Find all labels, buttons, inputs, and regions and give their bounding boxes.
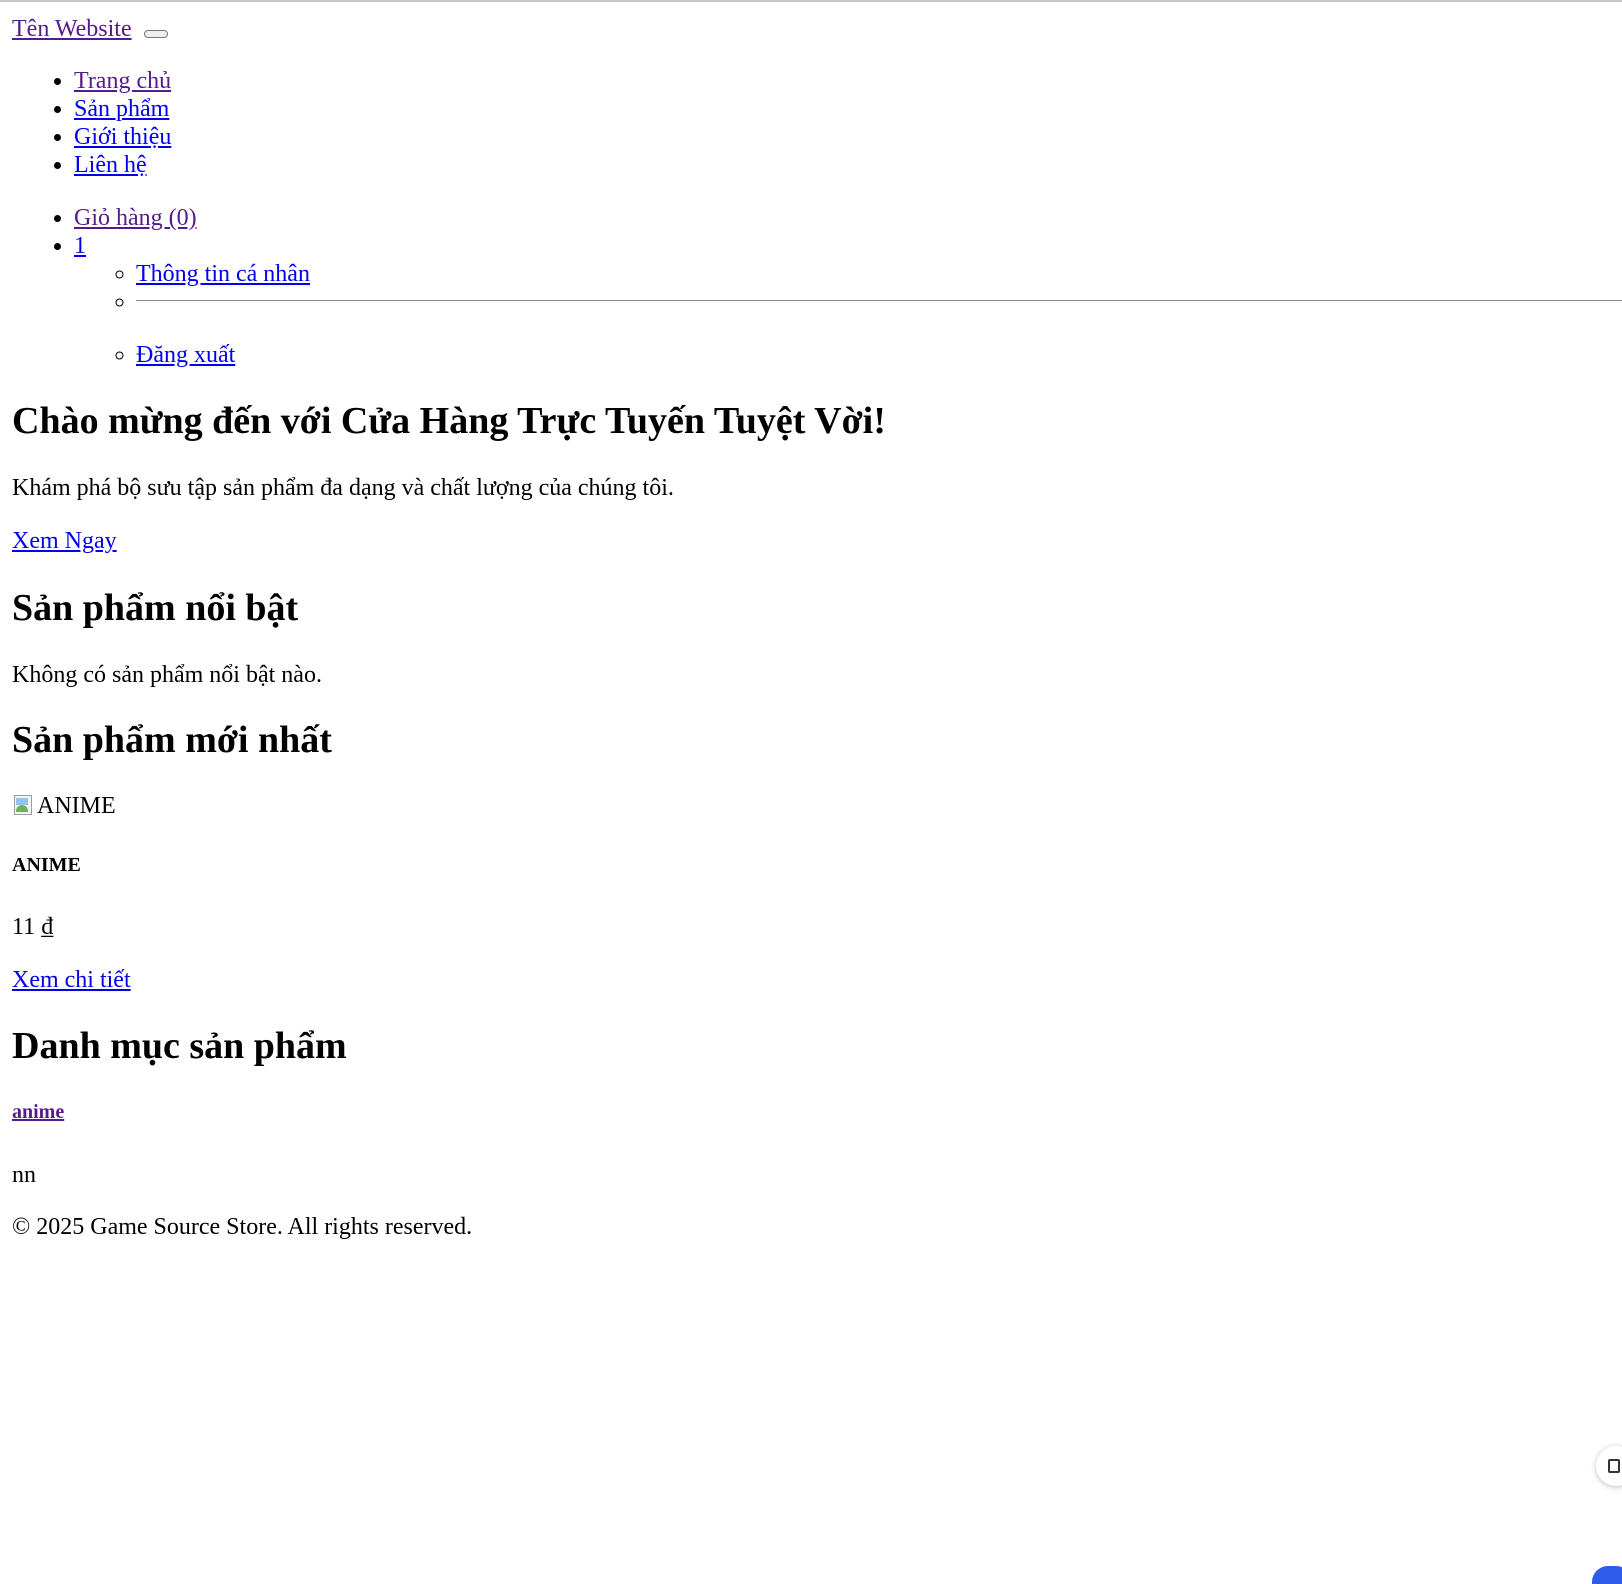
featured-title: Sản phẩm nổi bật	[12, 587, 299, 629]
nav-item-contact: Liên hệ	[74, 151, 171, 179]
nav-link-products[interactable]: Sản phẩm	[74, 96, 169, 122]
nav-item-home: Trang chủ	[74, 67, 171, 95]
dropdown-divider-item	[136, 288, 1622, 341]
widget-icon	[1608, 1459, 1620, 1473]
footer-copyright: © 2025 Game Source Store. All rights res…	[12, 1214, 473, 1240]
newest-title: Sản phẩm mới nhất	[12, 719, 332, 761]
product-price: 11 ₫	[12, 914, 54, 940]
featured-empty-text: Không có sản phẩm nổi bật nào.	[12, 662, 322, 688]
dropdown-item-logout: Đăng xuất	[136, 341, 310, 369]
hero-subtitle: Khám phá bộ sưu tập sản phẩm đa dạng và …	[12, 475, 674, 501]
hero-cta-link[interactable]: Xem Ngay	[12, 527, 117, 555]
logout-link[interactable]: Đăng xuất	[136, 342, 235, 368]
cart-link[interactable]: Giỏ hàng (0)	[74, 205, 197, 231]
nav-item-products: Sản phẩm	[74, 95, 171, 123]
profile-link[interactable]: Thông tin cá nhân	[136, 261, 310, 287]
main-nav: Trang chủ Sản phẩm Giới thiệu Liên hệ	[12, 67, 171, 179]
category-item-title: anime	[12, 1100, 64, 1124]
top-border	[0, 0, 1622, 2]
brand-link[interactable]: Tên Website	[12, 16, 132, 42]
floating-widget-button[interactable]	[1596, 1446, 1622, 1486]
categories-title: Danh mục sản phẩm	[12, 1025, 347, 1067]
product-image-alt: ANIME	[37, 793, 116, 819]
nav-item-about: Giới thiệu	[74, 123, 171, 151]
user-nav: Giỏ hàng (0) 1 Thông tin cá nhân Đăng xu…	[12, 204, 1622, 368]
category-link-anime[interactable]: anime	[12, 1101, 64, 1123]
user-dropdown-menu: Thông tin cá nhân Đăng xuất	[74, 260, 1622, 369]
hero-title: Chào mừng đến với Cửa Hàng Trực Tuyến Tu…	[12, 400, 886, 442]
navbar: Tên Website	[12, 14, 168, 44]
dropdown-item-profile: Thông tin cá nhân	[136, 260, 310, 288]
product-name: ANIME	[12, 854, 81, 876]
nav-link-home[interactable]: Trang chủ	[74, 68, 171, 94]
category-description: nn	[12, 1162, 36, 1188]
product-detail-link[interactable]: Xem chi tiết	[12, 966, 131, 994]
user-menu-link[interactable]: 1	[74, 233, 86, 259]
chat-widget-button[interactable]	[1592, 1566, 1622, 1584]
nav-item-user: 1 Thông tin cá nhân Đăng xuất	[74, 232, 1622, 368]
dropdown-divider	[136, 300, 1622, 301]
nav-link-contact[interactable]: Liên hệ	[74, 152, 147, 178]
nav-item-cart: Giỏ hàng (0)	[74, 204, 310, 232]
broken-image-icon	[12, 793, 36, 819]
product-image[interactable]: ANIME	[12, 792, 116, 820]
nav-link-about[interactable]: Giới thiệu	[74, 124, 171, 150]
navbar-toggler-button[interactable]	[143, 30, 168, 38]
